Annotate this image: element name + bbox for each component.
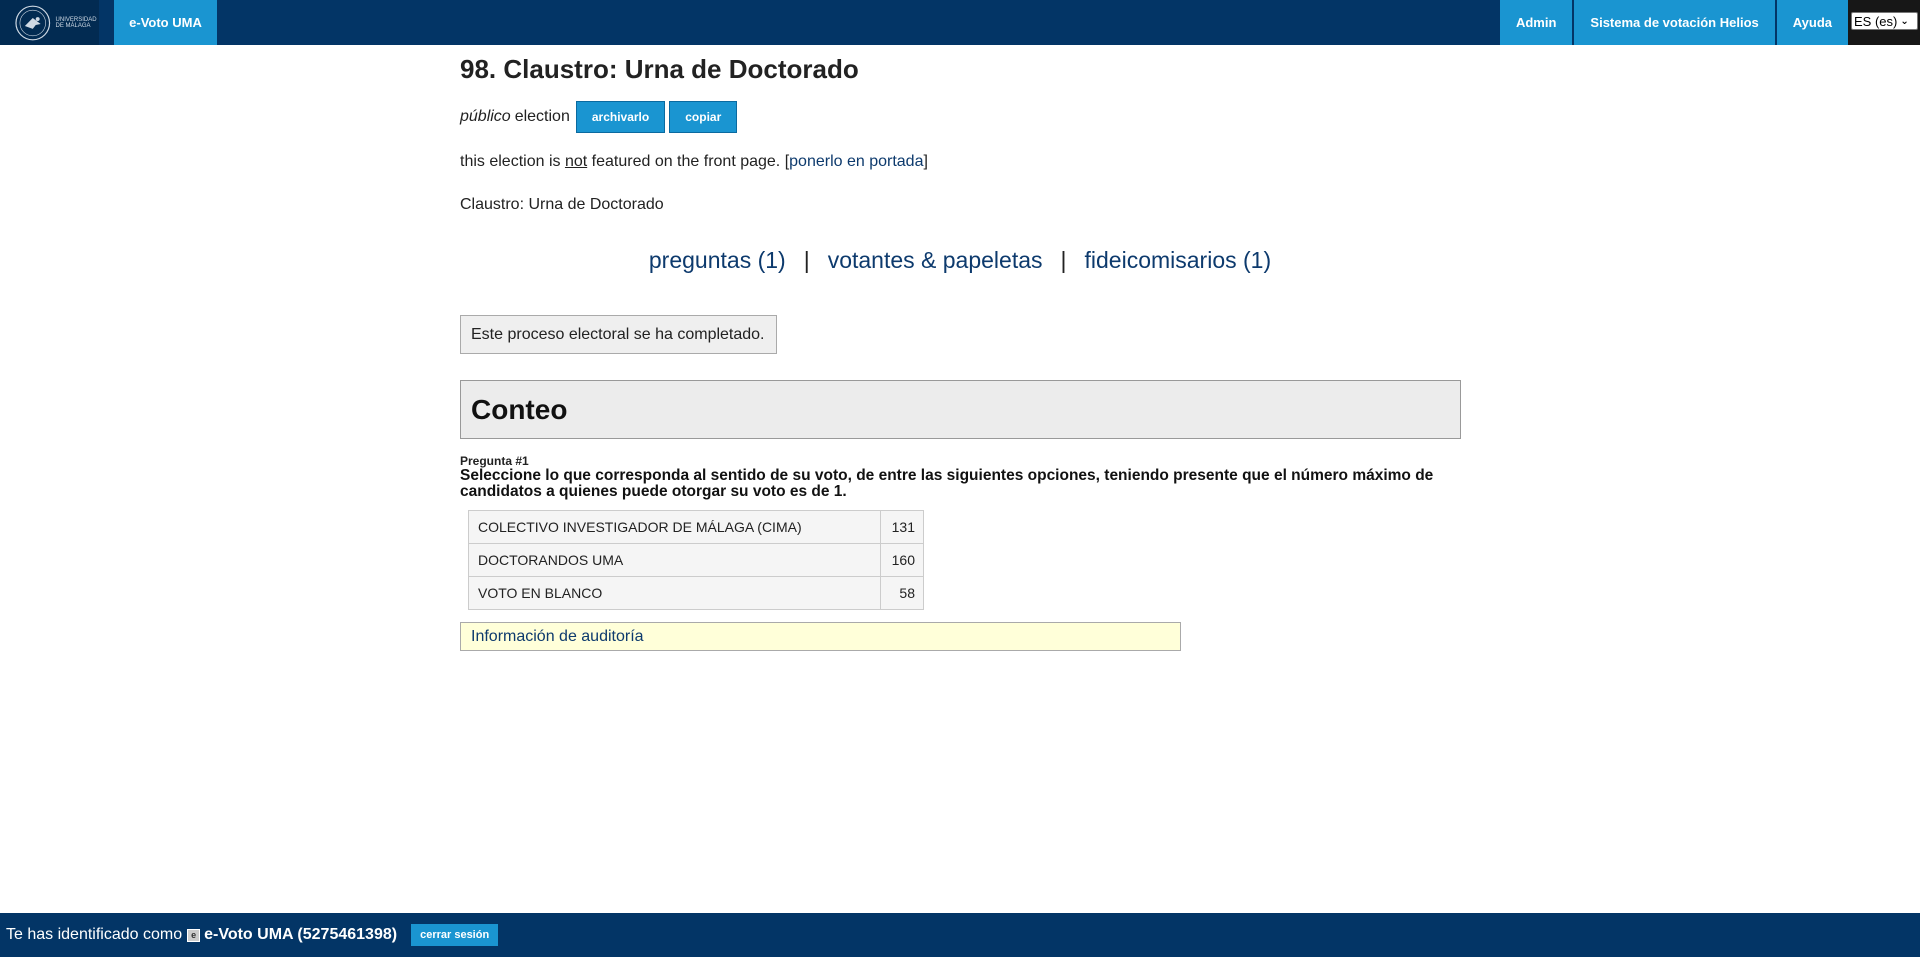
tab-trustees[interactable]: fideicomisarios (1) bbox=[1085, 247, 1272, 273]
copy-button[interactable]: copiar bbox=[669, 101, 738, 133]
logout-button[interactable]: cerrar sesión bbox=[411, 924, 499, 946]
tally-header: Conteo bbox=[460, 380, 1461, 439]
brand-link[interactable]: e-Voto UMA bbox=[114, 0, 217, 45]
language-select[interactable]: ES (es) ⌄ bbox=[1851, 12, 1918, 30]
result-name: VOTO EN BLANCO bbox=[468, 576, 881, 610]
table-row: COLECTIVO INVESTIGADOR DE MÁLAGA (CIMA) … bbox=[468, 510, 924, 544]
featured-status: this election is not featured on the fro… bbox=[460, 153, 928, 171]
language-value: ES (es) bbox=[1854, 13, 1898, 29]
tab-voters[interactable]: votantes & papeletas bbox=[828, 247, 1043, 273]
featured-prefix: this election is bbox=[460, 153, 561, 170]
result-count: 131 bbox=[880, 510, 924, 544]
university-logo[interactable]: UNIVERSIDAD DE MÁLAGA bbox=[0, 0, 99, 45]
featured-suffix: featured on the front page. [ bbox=[591, 153, 790, 170]
question-number: Pregunta #1 bbox=[460, 454, 529, 468]
election-kind: público bbox=[460, 108, 511, 125]
nav-links: Admin Sistema de votación Helios Ayuda bbox=[1498, 0, 1848, 45]
feature-link[interactable]: ponerlo en portada bbox=[789, 153, 923, 170]
logged-in-label: Te has identificado como bbox=[6, 926, 183, 943]
top-navbar: UNIVERSIDAD DE MÁLAGA e-Voto UMA Admin S… bbox=[0, 0, 1920, 45]
archive-button[interactable]: archivarlo bbox=[575, 101, 666, 133]
chevron-down-icon: ⌄ bbox=[1900, 15, 1909, 27]
table-row: VOTO EN BLANCO 58 bbox=[468, 576, 924, 610]
result-name: COLECTIVO INVESTIGADOR DE MÁLAGA (CIMA) bbox=[468, 510, 881, 544]
result-name: DOCTORANDOS UMA bbox=[468, 543, 881, 577]
nav-help[interactable]: Ayuda bbox=[1776, 0, 1848, 45]
footer-bar: Te has identificado como e e-Voto UMA (5… bbox=[0, 913, 1920, 957]
logo-text: UNIVERSIDAD DE MÁLAGA bbox=[55, 16, 97, 29]
user-name: e-Voto UMA (5275461398) bbox=[204, 926, 398, 943]
results-table: COLECTIVO INVESTIGADOR DE MÁLAGA (CIMA) … bbox=[468, 510, 924, 610]
tally-heading: Conteo bbox=[471, 393, 568, 425]
featured-not: not bbox=[564, 153, 588, 170]
tab-separator: | bbox=[1060, 247, 1067, 273]
nav-helios[interactable]: Sistema de votación Helios bbox=[1574, 0, 1775, 45]
result-count: 160 bbox=[880, 543, 924, 577]
user-icon: e bbox=[187, 928, 201, 942]
election-status-row: público election archivarlo copiar bbox=[460, 101, 741, 133]
nav-admin[interactable]: Admin bbox=[1499, 0, 1573, 45]
election-description: Claustro: Urna de Doctorado bbox=[460, 196, 664, 213]
university-seal-icon bbox=[15, 5, 51, 40]
audit-info-link[interactable]: Información de auditoría bbox=[460, 622, 1181, 651]
table-row: DOCTORANDOS UMA 160 bbox=[468, 543, 924, 577]
tab-questions[interactable]: preguntas (1) bbox=[649, 247, 786, 273]
language-area: ES (es) ⌄ bbox=[1848, 0, 1920, 45]
featured-close: ] bbox=[923, 153, 928, 170]
page-title: 98. Claustro: Urna de Doctorado bbox=[460, 54, 859, 84]
election-tabs: preguntas (1) | votantes & papeletas | fidei… bbox=[460, 247, 1460, 274]
question-text: Seleccione lo que corresponda al sentido… bbox=[460, 467, 1434, 500]
completed-notice: Este proceso electoral se ha completado. bbox=[460, 315, 777, 354]
election-kind-suffix: election bbox=[514, 108, 570, 125]
tab-separator: | bbox=[803, 247, 810, 273]
result-count: 58 bbox=[880, 576, 924, 610]
